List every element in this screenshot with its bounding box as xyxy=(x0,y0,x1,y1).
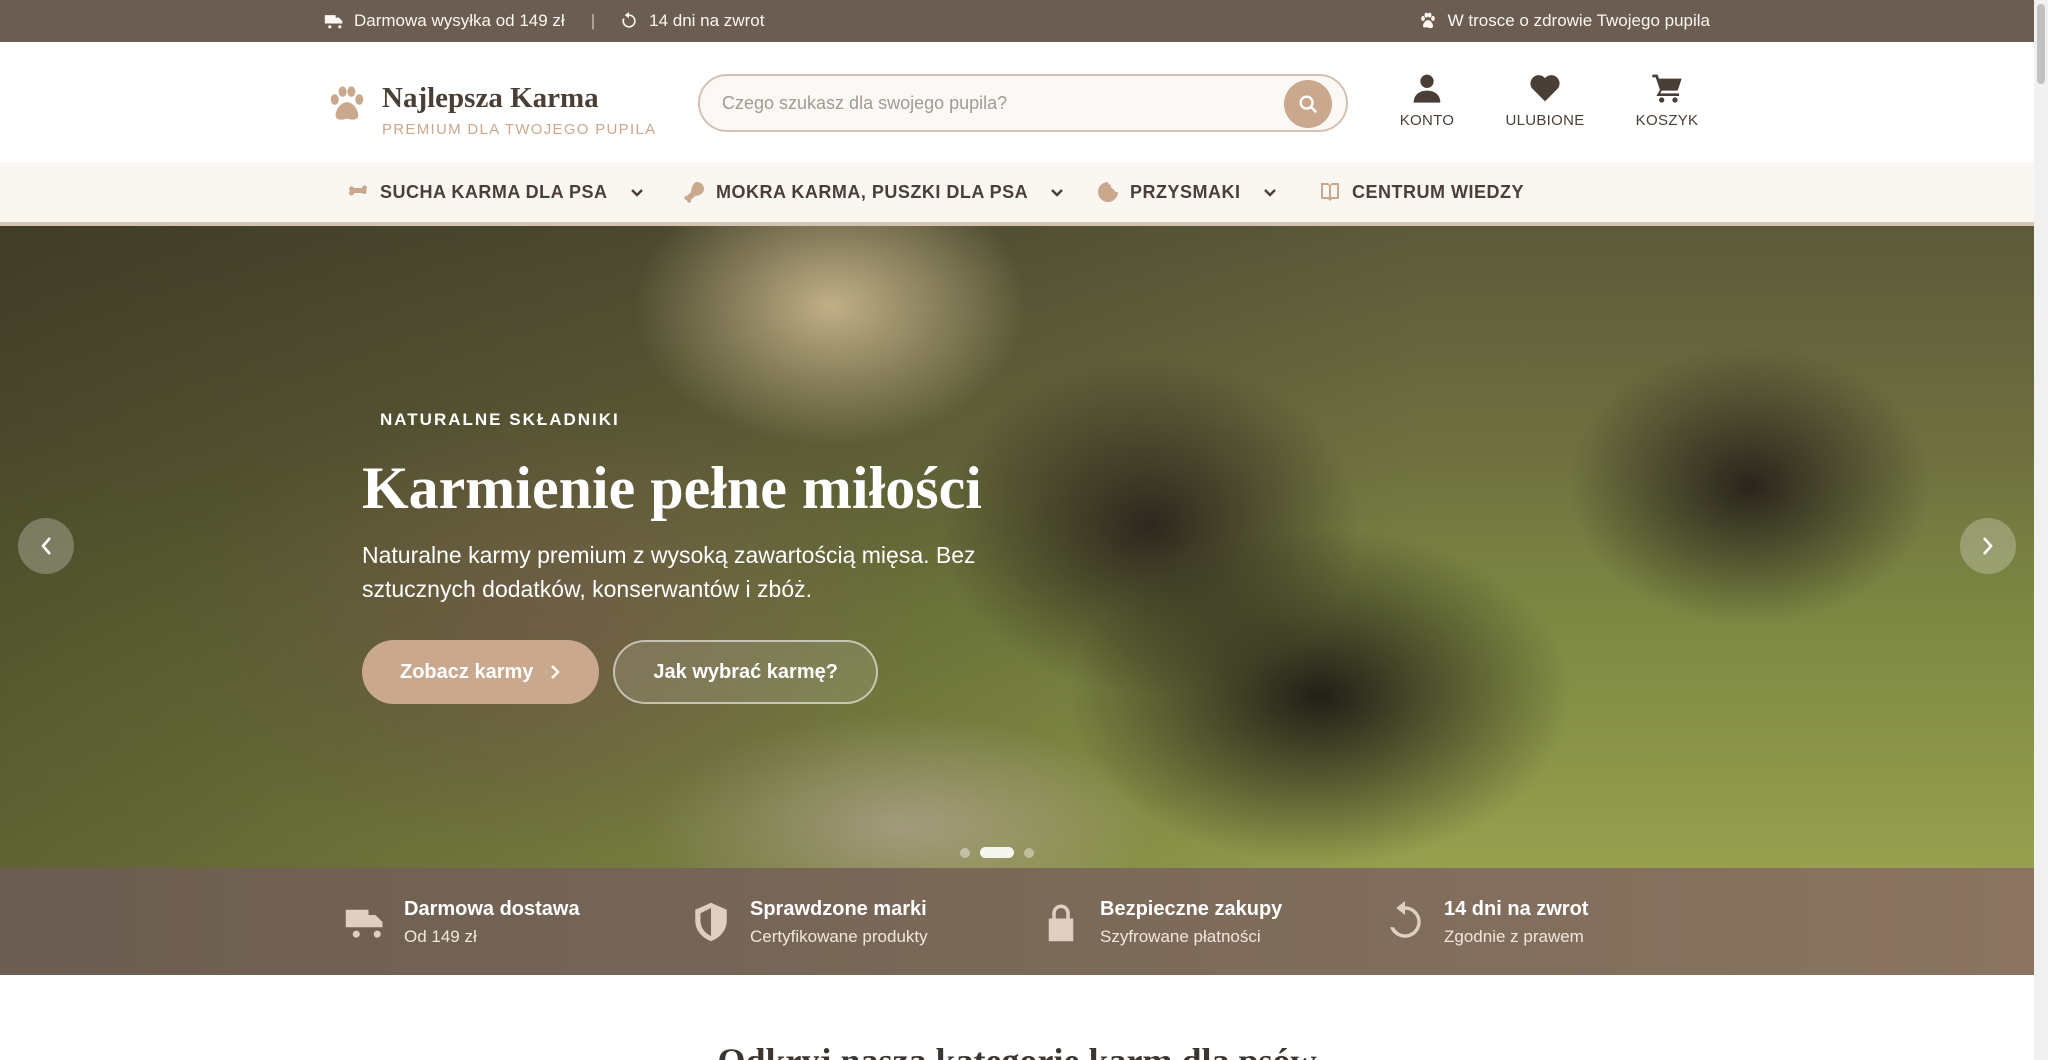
feature-title: 14 dni na zwrot xyxy=(1444,898,1589,920)
features-bar: Darmowa dostawa Od 149 zł Sprawdzone mar… xyxy=(0,868,2034,975)
nav-item-label: SUCHA KARMA DLA PSA xyxy=(380,181,608,202)
topbar-separator: | xyxy=(590,11,596,30)
feature-title: Darmowa dostawa xyxy=(404,898,580,920)
search-bar xyxy=(698,74,1348,132)
user-icon xyxy=(1413,74,1441,103)
slide-dot[interactable] xyxy=(1024,847,1034,858)
slide-indicators xyxy=(960,847,1034,858)
return-icon xyxy=(622,11,636,28)
shield-icon xyxy=(695,902,727,942)
truck-icon xyxy=(324,15,343,29)
book-icon xyxy=(1321,183,1339,201)
nav-item-label: CENTRUM WIEDZY xyxy=(1352,181,1524,202)
nav-item-treats[interactable]: PRZYSMAKI xyxy=(1096,162,1277,222)
page-scrollbar[interactable] xyxy=(2034,0,2048,1060)
favorites-label: ULUBIONE xyxy=(1505,112,1585,129)
account-label: KONTO xyxy=(1399,112,1455,129)
feature-subtitle: Certyfikowane produkty xyxy=(750,927,928,946)
feature-subtitle: Szyfrowane płatności xyxy=(1100,927,1261,946)
logo-tagline: PREMIUM DLA TWOJEGO PUPILA xyxy=(382,121,657,138)
chevron-down-icon xyxy=(1051,189,1064,197)
chevron-right-icon xyxy=(1983,537,1993,555)
feature-title: Bezpieczne zakupy xyxy=(1100,898,1283,920)
previous-slide-button[interactable] xyxy=(18,518,74,574)
view-food-button[interactable]: Zobacz karmy xyxy=(362,640,600,704)
hero-content: NATURALNE SKŁADNIKI Karmienie pełne miło… xyxy=(362,410,1042,704)
slide-dot[interactable] xyxy=(960,847,970,858)
truck-icon xyxy=(345,909,383,938)
feature-subtitle: Zgodnie z prawem xyxy=(1444,927,1584,946)
feature-trusted-brands: Sprawdzone marki Certyfikowane produkty xyxy=(690,898,928,947)
bone-icon xyxy=(349,185,367,196)
return-icon xyxy=(1390,901,1421,938)
site-header: Najlepsza Karma PREMIUM DLA TWOJEGO PUPI… xyxy=(0,42,2034,162)
nav-item-label: PRZYSMAKI xyxy=(1130,181,1241,202)
feature-title: Sprawdzone marki xyxy=(750,898,927,920)
nav-item-dry-food[interactable]: SUCHA KARMA DLA PSA xyxy=(346,162,644,222)
hero-title: Karmienie pełne miłości xyxy=(362,455,982,521)
search-button[interactable] xyxy=(1284,80,1332,128)
categories-section-title: Odkryj naszą kategorię karm dla psów xyxy=(0,1040,2034,1060)
feature-free-delivery: Darmowa dostawa Od 149 zł xyxy=(344,898,580,947)
hero-banner: NATURALNE SKŁADNIKI Karmienie pełne miło… xyxy=(0,226,2034,868)
hero-eyebrow: NATURALNE SKŁADNIKI xyxy=(380,410,620,429)
shipping-info: Darmowa wysyłka od 149 zł xyxy=(354,11,565,30)
chevron-right-icon xyxy=(551,665,561,679)
account-button[interactable]: KONTO xyxy=(1372,72,1482,129)
cart-button[interactable]: KOSZYK xyxy=(1612,72,1722,129)
chevron-left-icon xyxy=(41,537,51,555)
heart-icon xyxy=(1530,75,1560,102)
lock-icon xyxy=(1048,904,1074,942)
nav-item-label: MOKRA KARMA, PUSZKI DLA PSA xyxy=(716,181,1029,202)
favorites-button[interactable]: ULUBIONE xyxy=(1490,72,1600,129)
feature-returns: 14 dni na zwrot Zgodnie z prawem xyxy=(1384,898,1588,947)
chevron-down-icon xyxy=(1263,189,1276,197)
nav-item-knowledge-center[interactable]: CENTRUM WIEDZY xyxy=(1318,162,1524,222)
how-to-choose-button[interactable]: Jak wybrać karmę? xyxy=(613,640,878,704)
main-navigation: SUCHA KARMA DLA PSA MOKRA KARMA, PUSZKI … xyxy=(0,162,2034,226)
logo-name: Najlepsza Karma xyxy=(382,82,599,114)
nav-item-wet-food[interactable]: MOKRA KARMA, PUSZKI DLA PSA xyxy=(682,162,1064,222)
cart-label: KOSZYK xyxy=(1635,112,1699,129)
next-slide-button[interactable] xyxy=(1960,518,2016,574)
feature-subtitle: Od 149 zł xyxy=(404,927,477,946)
scrollbar-thumb[interactable] xyxy=(2037,4,2045,84)
hero-subtitle: Naturalne karmy premium z wysoką zawarto… xyxy=(362,542,976,602)
search-input[interactable] xyxy=(722,76,1262,130)
cart-icon xyxy=(1652,74,1682,103)
returns-info: 14 dni na zwrot xyxy=(649,11,765,30)
care-info: W trosce o zdrowie Twojego pupila xyxy=(1447,11,1710,30)
logo[interactable]: Najlepsza Karma PREMIUM DLA TWOJEGO PUPI… xyxy=(326,82,656,138)
top-info-bar: Darmowa wysyłka od 149 zł | 14 dni na zw… xyxy=(0,0,2034,42)
paw-logo-icon xyxy=(326,82,368,129)
view-food-label: Zobacz karmy xyxy=(400,660,534,683)
chevron-down-icon xyxy=(630,189,643,197)
meat-icon xyxy=(684,182,704,203)
how-to-choose-label: Jak wybrać karmę? xyxy=(653,660,838,683)
paw-icon xyxy=(1420,12,1435,29)
cookie-icon xyxy=(1098,182,1118,202)
search-icon xyxy=(1299,95,1318,114)
feature-secure-shopping: Bezpieczne zakupy Szyfrowane płatności xyxy=(1040,898,1282,947)
slide-dot-active[interactable] xyxy=(980,847,1014,858)
